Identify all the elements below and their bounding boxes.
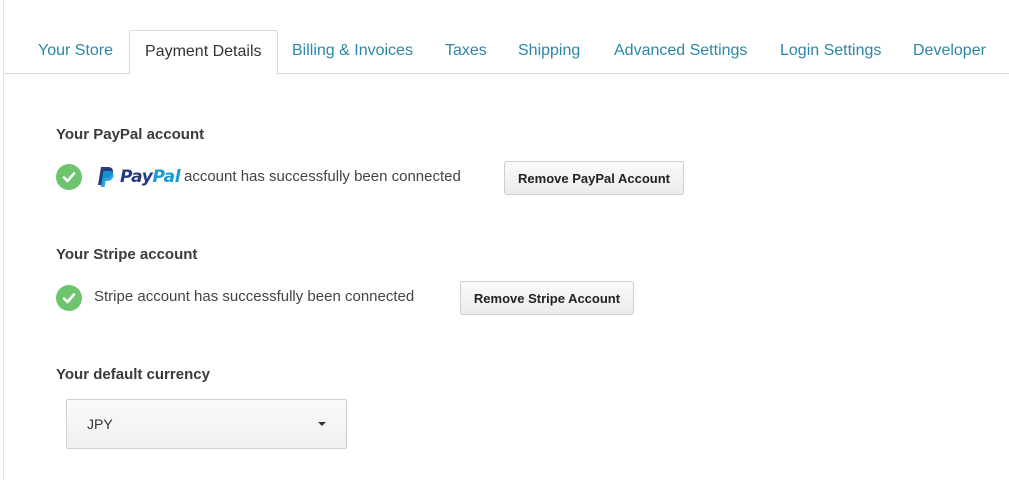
paypal-logo-pal: Pal bbox=[152, 167, 181, 187]
paypal-section-title: Your PayPal account bbox=[56, 126, 205, 143]
tab-shipping[interactable]: Shipping bbox=[518, 30, 580, 74]
tab-your-store[interactable]: Your Store bbox=[38, 30, 113, 74]
checkmark-glyph bbox=[62, 172, 76, 183]
currency-selected-value: JPY bbox=[87, 416, 113, 432]
tab-billing-invoices[interactable]: Billing & Invoices bbox=[292, 30, 413, 74]
tab-payment-details[interactable]: Payment Details bbox=[129, 30, 278, 75]
paypal-status-text: account has successfully been connected bbox=[184, 168, 461, 185]
currency-section-title: Your default currency bbox=[56, 366, 210, 383]
check-circle-icon bbox=[56, 164, 82, 190]
tab-login-settings[interactable]: Login Settings bbox=[780, 30, 881, 74]
paypal-logo-pay: Pay bbox=[120, 167, 153, 187]
tab-advanced-settings[interactable]: Advanced Settings bbox=[614, 30, 747, 74]
tab-developer[interactable]: Developer bbox=[913, 30, 986, 74]
tab-taxes[interactable]: Taxes bbox=[445, 30, 487, 74]
paypal-logo-icon bbox=[98, 167, 114, 187]
remove-paypal-button[interactable]: Remove PayPal Account bbox=[504, 161, 684, 195]
remove-stripe-button[interactable]: Remove Stripe Account bbox=[460, 281, 634, 315]
stripe-status-text: Stripe account has successfully been con… bbox=[94, 288, 415, 305]
settings-tabs: Your Store Payment Details Billing & Inv… bbox=[3, 30, 1009, 75]
paypal-logo: PayPal bbox=[95, 166, 181, 188]
stripe-section-title: Your Stripe account bbox=[56, 246, 198, 263]
currency-select[interactable]: JPY bbox=[66, 399, 347, 449]
check-circle-icon bbox=[56, 285, 82, 311]
caret-down-icon bbox=[318, 422, 326, 426]
checkmark-glyph bbox=[62, 293, 76, 304]
